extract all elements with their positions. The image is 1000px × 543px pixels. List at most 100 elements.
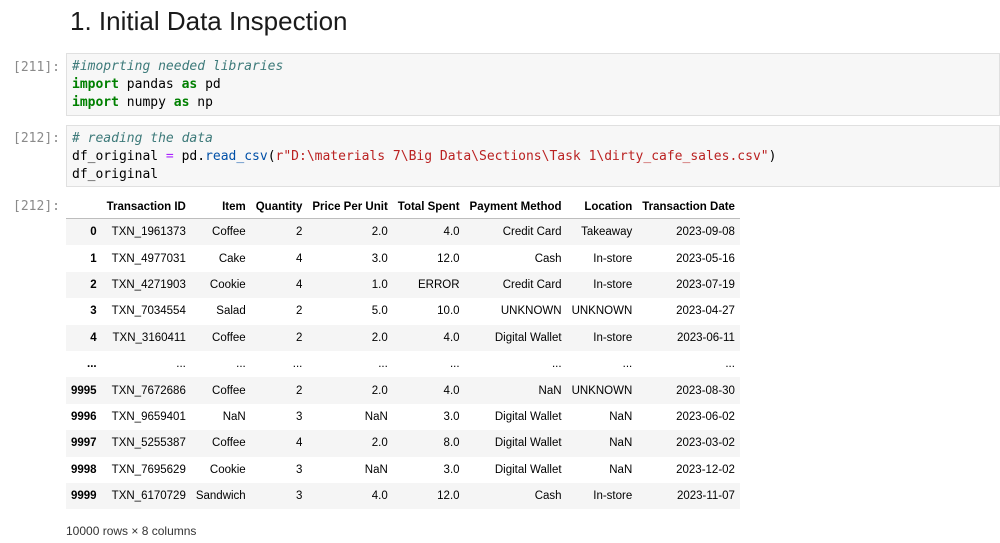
table-cell: 3.0 (443, 463, 460, 476)
table-cell: 5.0 (371, 305, 388, 318)
table-cell: Credit Card (502, 278, 562, 291)
row-index: 3 (90, 305, 97, 318)
table-cell: 2023-04-27 (676, 305, 735, 318)
table-cell: 4 (295, 437, 303, 450)
table-cell: NaN (609, 463, 633, 476)
table-row: 4 TXN_3160411 Coffee 2 2.0 4.0 Digital Wallet I… (66, 324, 740, 351)
table-cell: 2023-11-07 (676, 490, 735, 503)
table-cell: UNKNOWN (571, 384, 633, 397)
column-header: Location (566, 196, 638, 219)
table-cell: 2.0 (371, 384, 388, 397)
code-line: import pandas as pd (72, 76, 994, 94)
table-cell: 4.0 (443, 226, 460, 239)
table-cell: NaN (609, 437, 633, 450)
code-token: r"D:\materials 7\Big Data\Sections\Task … (275, 149, 769, 164)
table-cell: In-store (593, 252, 633, 265)
table-cell: TXN_3160411 (112, 331, 186, 344)
row-index: ... (87, 358, 97, 371)
output-prompt-212: [212]: (13, 199, 60, 214)
table-row: 3 TXN_7034554 Salad 2 5.0 10.0 UNKNOWN UNKNOWN 2… (66, 298, 740, 324)
code-cell-read-data[interactable]: # reading the data df_original = pd.read_… (66, 125, 1000, 187)
table-cell: 2.0 (371, 437, 388, 450)
table-cell: Takeaway (581, 226, 633, 239)
table-cell: 4.0 (443, 384, 460, 397)
table-cell: 2023-06-02 (676, 410, 735, 423)
index-header (66, 196, 102, 219)
table-cell: Digital Wallet (494, 410, 562, 423)
code-token: as (173, 95, 190, 110)
column-header: Total Spent (392, 196, 465, 219)
table-cell: Cookie (209, 278, 246, 291)
row-index: 1 (90, 252, 97, 265)
code-line: df_original = pd.read_csv(r"D:\materials… (72, 148, 994, 166)
row-index: 2 (90, 278, 97, 291)
table-cell: 2023-05-16 (676, 252, 735, 265)
table-cell: 4.0 (371, 490, 388, 503)
code-token: df_original (72, 149, 166, 164)
table-cell: TXN_4271903 (111, 278, 186, 291)
table-cell: ... (236, 358, 246, 371)
column-header: Transaction ID (101, 196, 191, 219)
code-line: # reading the data (72, 130, 994, 148)
table-cell: 10.0 (437, 305, 460, 318)
table-cell: NaN (364, 463, 388, 476)
table-cell: Salad (216, 305, 246, 318)
table-cell: TXN_1961373 (111, 226, 186, 239)
table-cell: 2023-08-30 (676, 384, 735, 397)
table-cell: 3 (295, 410, 303, 423)
table-row: 9999 TXN_6170729 Sandwich 3 4.0 12.0 Cash In-st… (66, 482, 740, 510)
input-prompt-212: [212]: (13, 131, 60, 146)
table-cell: Coffee (212, 331, 246, 344)
column-header: Payment Method (464, 196, 567, 219)
table-cell: In-store (593, 331, 633, 344)
code-token: import (72, 77, 119, 92)
table-cell: NaN (609, 410, 633, 423)
table-cell: Digital Wallet (494, 437, 562, 450)
code-token: pd. (173, 149, 206, 164)
table-cell: 2023-03-02 (676, 437, 735, 450)
code-line: import numpy as np (72, 94, 994, 112)
table-cell: Digital Wallet (494, 331, 562, 344)
code-token: = (165, 149, 174, 164)
table-cell: ... (292, 358, 303, 371)
row-index: 4 (90, 331, 97, 344)
table-cell: 2023-12-02 (676, 463, 735, 476)
row-index: 9996 (71, 410, 97, 423)
table-cell: ERROR (418, 278, 460, 291)
code-token: read_csv (205, 149, 268, 164)
table-cell: 2.0 (371, 331, 388, 344)
code-token: import (72, 95, 119, 110)
table-cell: TXN_6170729 (111, 490, 186, 503)
table-cell: 3 (295, 490, 303, 503)
table-cell: 2 (295, 305, 303, 318)
table-cell: 2023-06-11 (676, 331, 735, 344)
code-cell-imports[interactable]: #imoprting needed libraries import pandas… (66, 53, 1000, 116)
column-header: Quantity (250, 196, 308, 219)
table-row: 0 TXN_1961373 Coffee 2 2.0 4.0 Credit Card Take… (66, 218, 740, 246)
column-header: Price Per Unit (307, 196, 393, 219)
table-cell: ... (725, 358, 735, 371)
table-cell: 12.0 (437, 252, 460, 265)
column-header: Transaction Date (637, 196, 740, 219)
table-cell: NaN (538, 384, 562, 397)
code-line: #imoprting needed libraries (72, 58, 994, 76)
code-token: # reading the data (72, 131, 213, 146)
table-row: 9997 TXN_5255387 Coffee 4 2.0 8.0 Digital Wall… (66, 430, 740, 457)
table-cell: UNKNOWN (571, 305, 633, 318)
table-cell: NaN (222, 410, 246, 423)
table-cell: 3.0 (443, 410, 460, 423)
table-cell: ... (176, 358, 186, 371)
table-cell: ... (551, 358, 562, 371)
table-cell: 3.0 (371, 252, 388, 265)
table-cell: ... (378, 358, 388, 371)
code-token: df_original (72, 167, 159, 182)
code-token: np (189, 95, 213, 110)
table-cell: TXN_7034554 (111, 305, 186, 318)
table-row: 9996 TXN_9659401 NaN 3 NaN 3.0 Digital Wallet N… (66, 404, 740, 430)
table-cell: Cash (534, 252, 562, 265)
input-prompt-211: [211]: (13, 60, 60, 75)
dataframe-shape: 10000 rows × 8 columns (66, 524, 197, 538)
table-row: 9995 TXN_7672686 Coffee 2 2.0 4.0 NaN UNKNOWN 20… (66, 377, 740, 404)
table-cell: In-store (593, 278, 633, 291)
table-cell: 1.0 (371, 278, 388, 291)
